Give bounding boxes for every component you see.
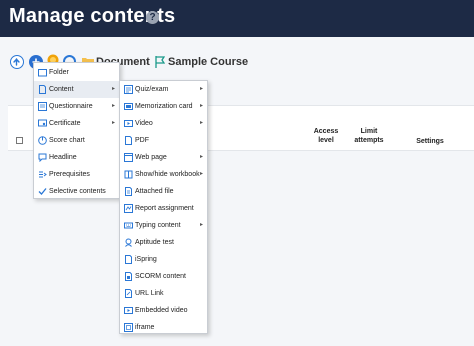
chevron-right-icon: ▸	[199, 120, 203, 126]
workbook-icon	[124, 170, 133, 179]
chevron-right-icon: ▸	[111, 103, 115, 109]
iframe-icon	[124, 323, 133, 332]
menu-item-questionnaire[interactable]: Questionnaire ▸	[34, 98, 119, 115]
prerequisites-icon	[39, 171, 47, 178]
chart-icon	[38, 136, 47, 145]
attachment-icon	[125, 187, 132, 196]
questionnaire-icon	[38, 102, 47, 111]
video-icon	[124, 120, 133, 127]
submenu-item-report-assignment[interactable]: Report assignment	[120, 200, 207, 217]
quiz-icon	[124, 85, 133, 94]
add-menu: Folder Content ▸ Questionnaire ▸ Certifi…	[33, 62, 120, 199]
report-icon	[124, 204, 133, 213]
certificate-icon	[38, 119, 47, 127]
column-settings: Settings	[416, 138, 444, 145]
help-icon[interactable]: ?	[146, 11, 159, 24]
menu-item-folder[interactable]: Folder	[34, 64, 119, 81]
aptitude-icon	[125, 238, 132, 247]
submenu-item-ispring[interactable]: iSpring	[120, 251, 207, 268]
submenu-item-pdf[interactable]: PDF	[120, 132, 207, 149]
chevron-right-icon: ▸	[199, 222, 203, 228]
web-page-icon	[124, 153, 133, 162]
menu-item-certificate[interactable]: Certificate ▸	[34, 115, 119, 132]
submenu-item-url-link[interactable]: URL Link	[120, 285, 207, 302]
submenu-item-attached-file[interactable]: Attached file	[120, 183, 207, 200]
column-access-level: Access level	[313, 128, 339, 144]
content-submenu: Quiz/exam ▸ Memorization card ▸ Video ▸ …	[119, 80, 208, 334]
embedded-video-icon	[124, 307, 133, 314]
breadcrumb-course[interactable]: Sample Course	[168, 56, 248, 68]
menu-item-score-chart[interactable]: Score chart	[34, 132, 119, 149]
pdf-icon	[125, 136, 132, 145]
column-limit-attempts: Limit attempts	[354, 128, 384, 144]
submenu-item-scorm-content[interactable]: SCORM content	[120, 268, 207, 285]
link-icon	[125, 289, 132, 298]
ispring-icon	[125, 255, 132, 264]
submenu-item-aptitude-test[interactable]: Aptitude test	[120, 234, 207, 251]
menu-item-selective-contents[interactable]: Selective contents	[34, 183, 119, 200]
menu-item-headline[interactable]: Headline	[34, 149, 119, 166]
menu-item-prerequisites[interactable]: Prerequisites	[34, 166, 119, 183]
submenu-item-web-page[interactable]: Web page ▸	[120, 149, 207, 166]
submenu-item-embedded-video[interactable]: Embedded video	[120, 302, 207, 319]
submenu-item-iframe[interactable]: iframe	[120, 319, 207, 336]
headline-icon	[38, 153, 47, 162]
scorm-icon	[125, 272, 132, 281]
flag-icon	[155, 56, 165, 68]
submenu-item-memorization-card[interactable]: Memorization card ▸	[120, 98, 207, 115]
folder-icon	[38, 69, 47, 77]
chevron-right-icon: ▸	[111, 86, 115, 92]
chevron-right-icon: ▸	[199, 171, 203, 177]
checkmark-icon	[38, 188, 47, 195]
document-icon	[39, 85, 46, 94]
chevron-right-icon: ▸	[199, 86, 203, 92]
submenu-item-show-hide-workbook[interactable]: Show/hide workbook ▸	[120, 166, 207, 183]
menu-item-content[interactable]: Content ▸	[34, 81, 119, 98]
submenu-item-typing-content[interactable]: Typing content ▸	[120, 217, 207, 234]
submenu-item-quiz-exam[interactable]: Quiz/exam ▸	[120, 81, 207, 98]
submenu-item-video[interactable]: Video ▸	[120, 115, 207, 132]
page-header: Manage contents ?	[0, 0, 474, 37]
chevron-right-icon: ▸	[199, 154, 203, 160]
card-icon	[124, 103, 133, 110]
chevron-right-icon: ▸	[111, 120, 115, 126]
typing-icon	[124, 222, 133, 229]
breadcrumb-separator: ›	[146, 56, 149, 66]
select-all-checkbox[interactable]	[16, 137, 23, 144]
chevron-right-icon: ▸	[199, 103, 203, 109]
upload-icon[interactable]	[10, 55, 24, 69]
